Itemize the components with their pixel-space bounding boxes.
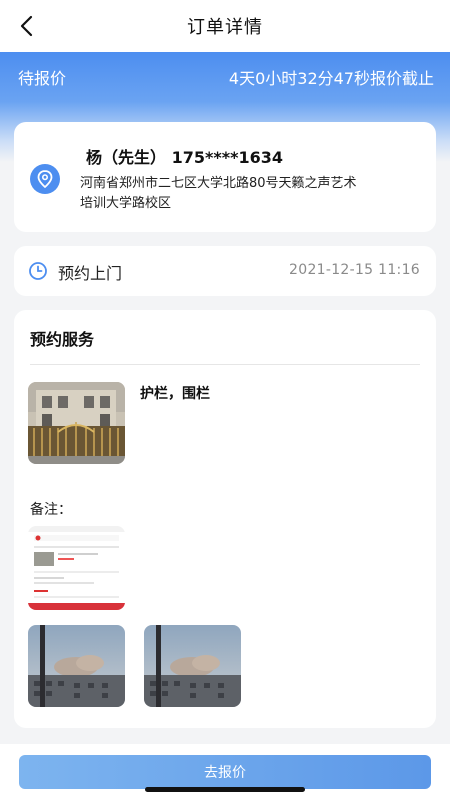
address-card: 杨（先生） 175****1634 河南省郑州市二七区大学北路80号天籁之声艺术… [14, 122, 436, 232]
service-section-title: 预约服务 [30, 330, 95, 349]
appointment-time: 2021-12-15 11:16 [289, 262, 420, 278]
location-pin-icon [30, 164, 60, 194]
note-label: 备注： [30, 502, 72, 518]
page-title: 订单详情 [187, 17, 263, 38]
customer-name-phone: 杨（先生） 175****1634 [86, 148, 283, 167]
note-image-screenshot[interactable] [28, 526, 125, 610]
submit-quote-button[interactable]: 去报价 [19, 755, 431, 789]
note-image-photo-2[interactable] [144, 625, 241, 707]
service-item-name: 护栏，围栏 [140, 386, 210, 402]
order-status: 待报价 [18, 69, 67, 88]
nav-bar: 订单详情 [0, 0, 450, 52]
home-indicator [145, 787, 305, 792]
note-image-photo-1[interactable] [28, 625, 125, 707]
service-card: 预约服务 护栏，围栏 备注： [14, 310, 436, 728]
back-icon[interactable] [14, 14, 38, 38]
appointment-label: 预约上门 [58, 264, 123, 283]
customer-address: 河南省郑州市二七区大学北路80号天籁之声艺术培训大学路校区 [80, 176, 357, 211]
clock-icon [29, 262, 47, 280]
service-image[interactable] [28, 382, 125, 464]
appointment-card: 预约上门 2021-12-15 11:16 [14, 246, 436, 296]
divider [30, 364, 420, 365]
quote-deadline-countdown: 4天0小时32分47秒报价截止 [228, 69, 434, 88]
